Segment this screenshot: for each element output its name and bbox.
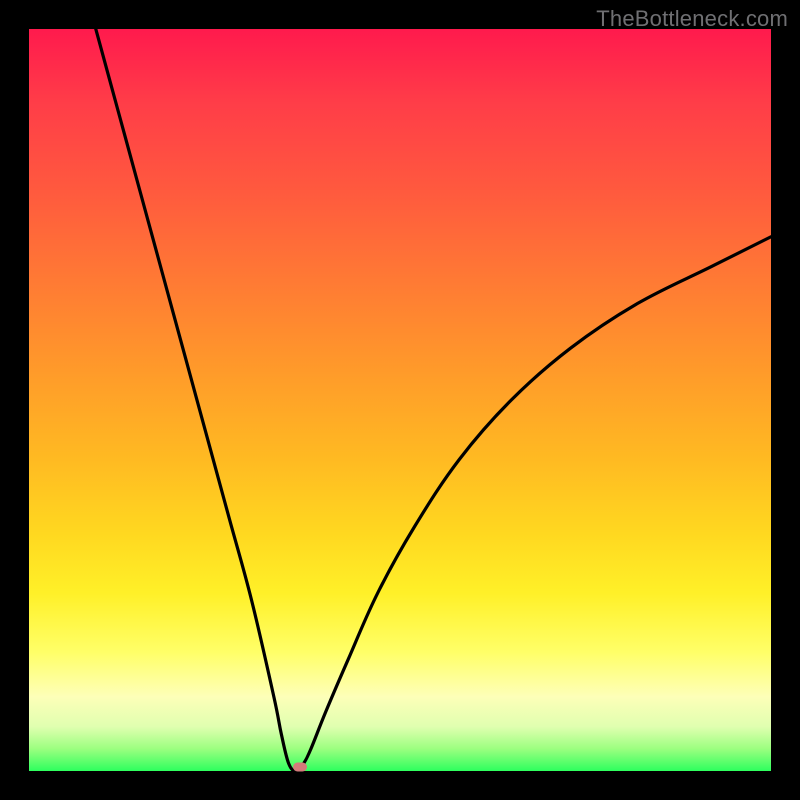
bottleneck-curve	[29, 29, 771, 771]
min-marker-dot	[293, 762, 307, 771]
chart-frame: TheBottleneck.com	[0, 0, 800, 800]
plot-area	[29, 29, 771, 771]
watermark-text: TheBottleneck.com	[596, 6, 788, 32]
